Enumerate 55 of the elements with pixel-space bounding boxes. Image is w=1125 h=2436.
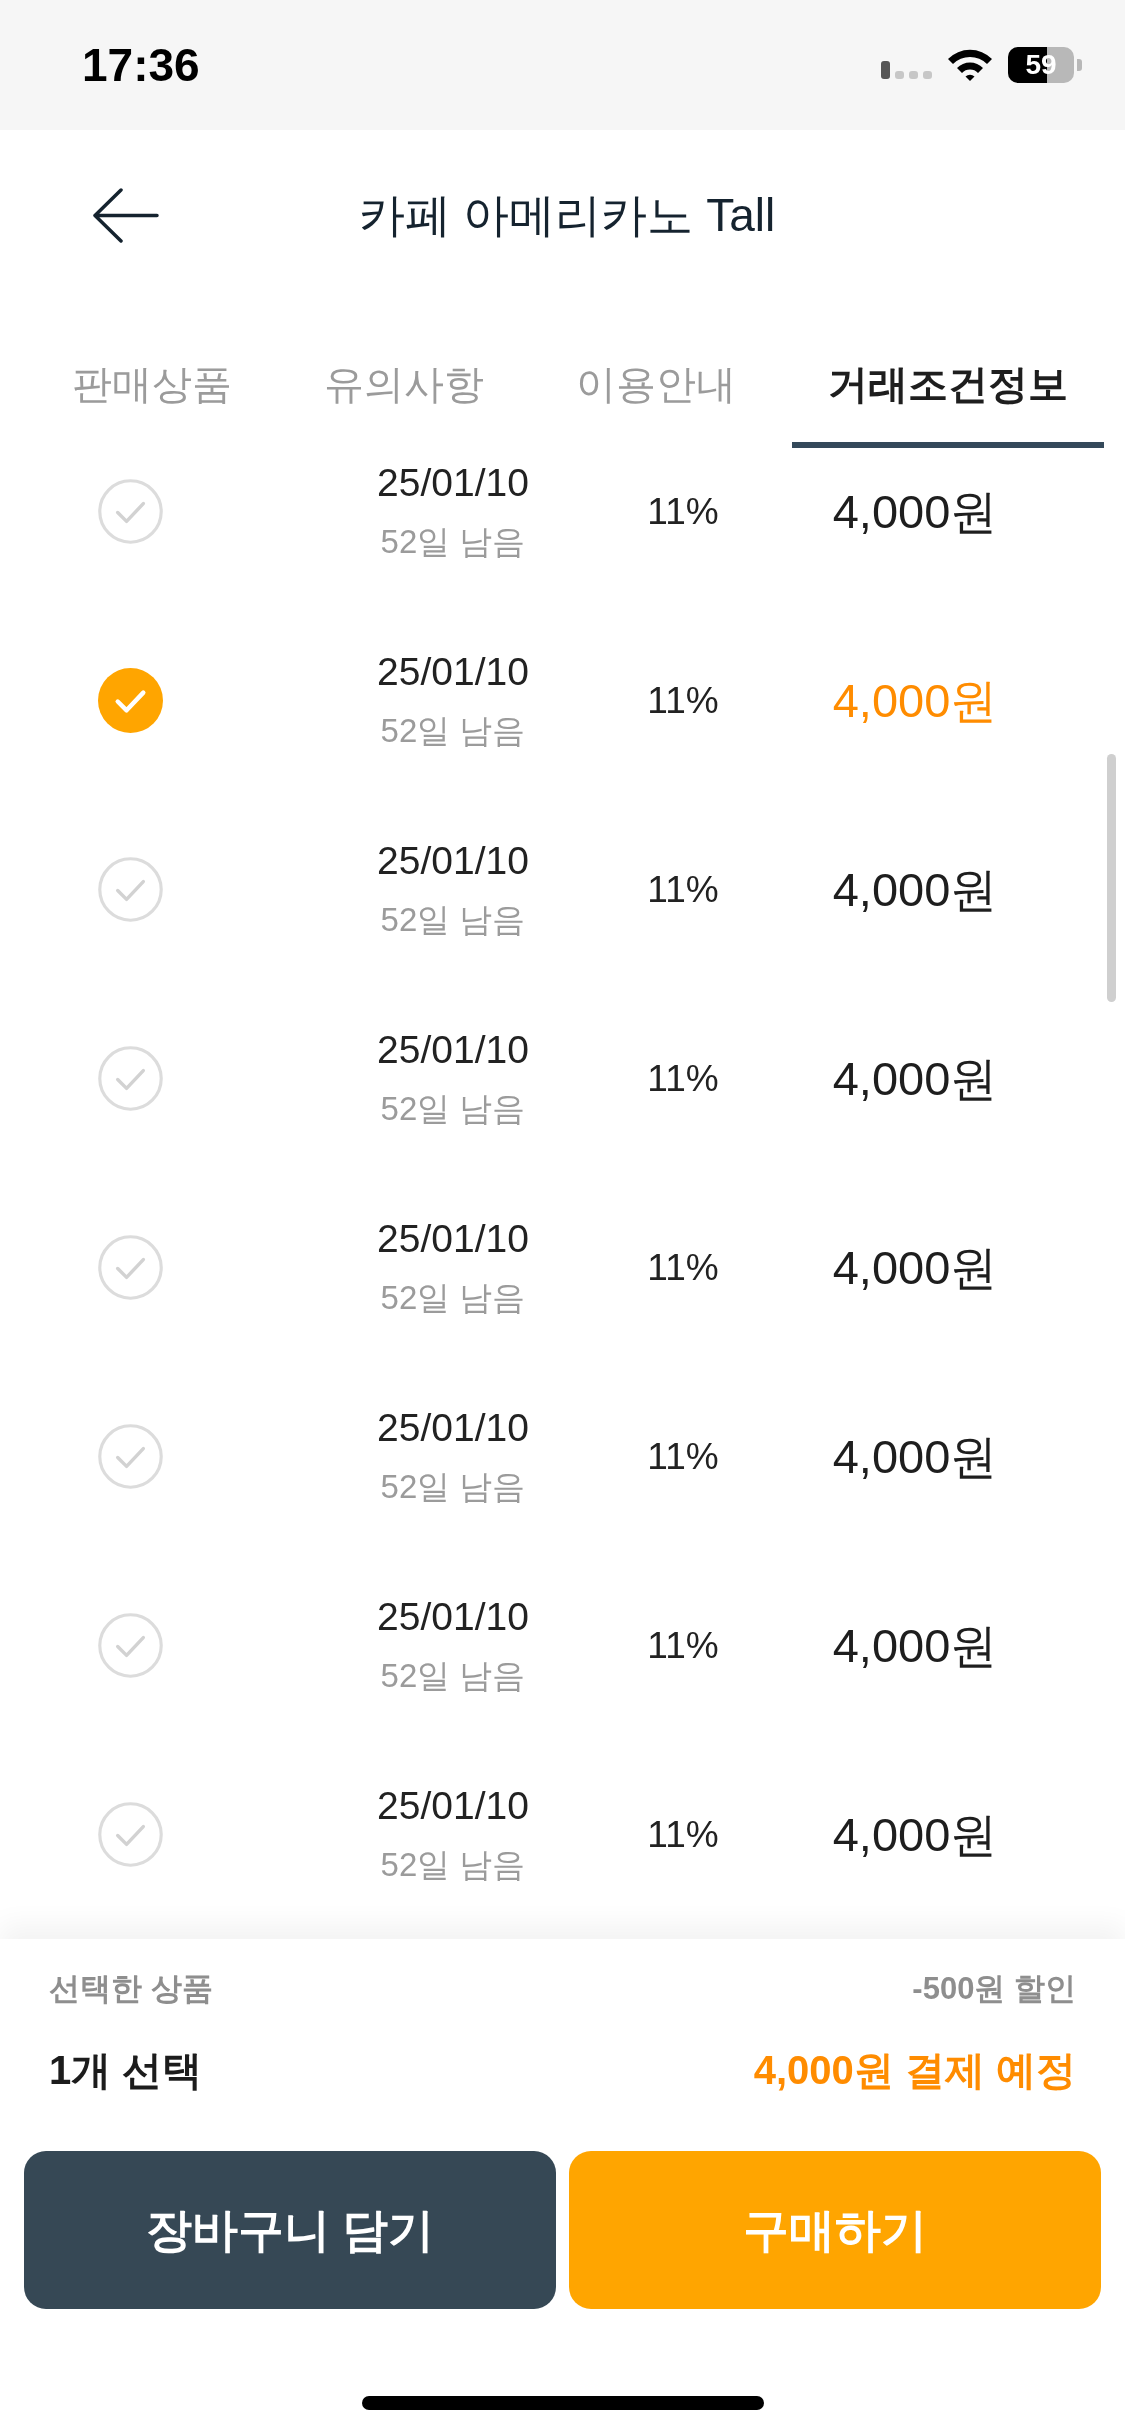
expiry-date: 25/01/10 [377, 1026, 529, 1073]
price: 4,000원 [832, 861, 998, 918]
checkbox[interactable] [98, 1424, 163, 1489]
discount-rate: 11% [647, 678, 719, 723]
tab[interactable]: 판매상품 [36, 300, 268, 448]
discount-rate: 11% [647, 1434, 719, 1479]
price: 4,000원 [832, 1050, 998, 1107]
checkbox[interactable] [98, 479, 163, 544]
checkbox[interactable] [98, 1235, 163, 1300]
expiry-date: 25/01/10 [377, 459, 529, 506]
days-remaining: 52일 남음 [380, 521, 526, 562]
days-remaining: 52일 남음 [380, 1088, 526, 1129]
arrow-left-icon[interactable] [92, 187, 159, 243]
discount-rate: 11% [647, 1056, 719, 1101]
checkbox[interactable] [98, 1046, 163, 1111]
days-remaining: 52일 남음 [380, 1277, 526, 1318]
selected-count: 1개 선택 [49, 2047, 203, 2094]
signal-icon [881, 61, 932, 79]
days-remaining: 52일 남음 [380, 1844, 526, 1885]
days-remaining: 52일 남음 [380, 710, 526, 751]
tab[interactable]: 이용안내 [540, 300, 772, 448]
checkbox[interactable] [98, 857, 163, 922]
status-time: 17:36 [82, 38, 200, 92]
discount-rate: 11% [647, 489, 719, 534]
expiry-date: 25/01/10 [377, 1782, 529, 1829]
add-to-cart-button[interactable]: 장바구니 담기 [24, 2151, 556, 2309]
days-remaining: 52일 남음 [380, 1655, 526, 1696]
checkbox[interactable] [98, 1802, 163, 1867]
buy-button[interactable]: 구매하기 [569, 2151, 1101, 2309]
discount-rate: 11% [647, 867, 719, 912]
discount-rate: 11% [647, 1812, 719, 1857]
tab[interactable]: 거래조건정보 [792, 300, 1104, 448]
tab[interactable]: 유의사항 [288, 300, 520, 448]
expiry-date: 25/01/10 [377, 1215, 529, 1262]
price: 4,000원 [832, 483, 998, 540]
price: 4,000원 [832, 672, 998, 729]
payment-total: 4,000원 결제 예정 [753, 2047, 1076, 2094]
checkbox[interactable] [98, 668, 163, 733]
wifi-icon [947, 48, 993, 82]
price: 4,000원 [832, 1239, 998, 1296]
discount-amount: -500원 할인 [912, 1970, 1076, 2008]
expiry-date: 25/01/10 [377, 1404, 529, 1451]
days-remaining: 52일 남음 [380, 899, 526, 940]
expiry-date: 25/01/10 [377, 1593, 529, 1640]
expiry-date: 25/01/10 [377, 837, 529, 884]
discount-rate: 11% [647, 1245, 719, 1290]
selected-label: 선택한 상품 [49, 1970, 213, 2008]
days-remaining: 52일 남음 [380, 1466, 526, 1507]
checkbox[interactable] [98, 1613, 163, 1678]
price: 4,000원 [832, 1428, 998, 1485]
price: 4,000원 [832, 1617, 998, 1674]
expiry-date: 25/01/10 [377, 648, 529, 695]
discount-rate: 11% [647, 1623, 719, 1668]
price: 4,000원 [832, 1806, 998, 1863]
page-title: 카페 아메리카노 Tall [358, 188, 776, 243]
